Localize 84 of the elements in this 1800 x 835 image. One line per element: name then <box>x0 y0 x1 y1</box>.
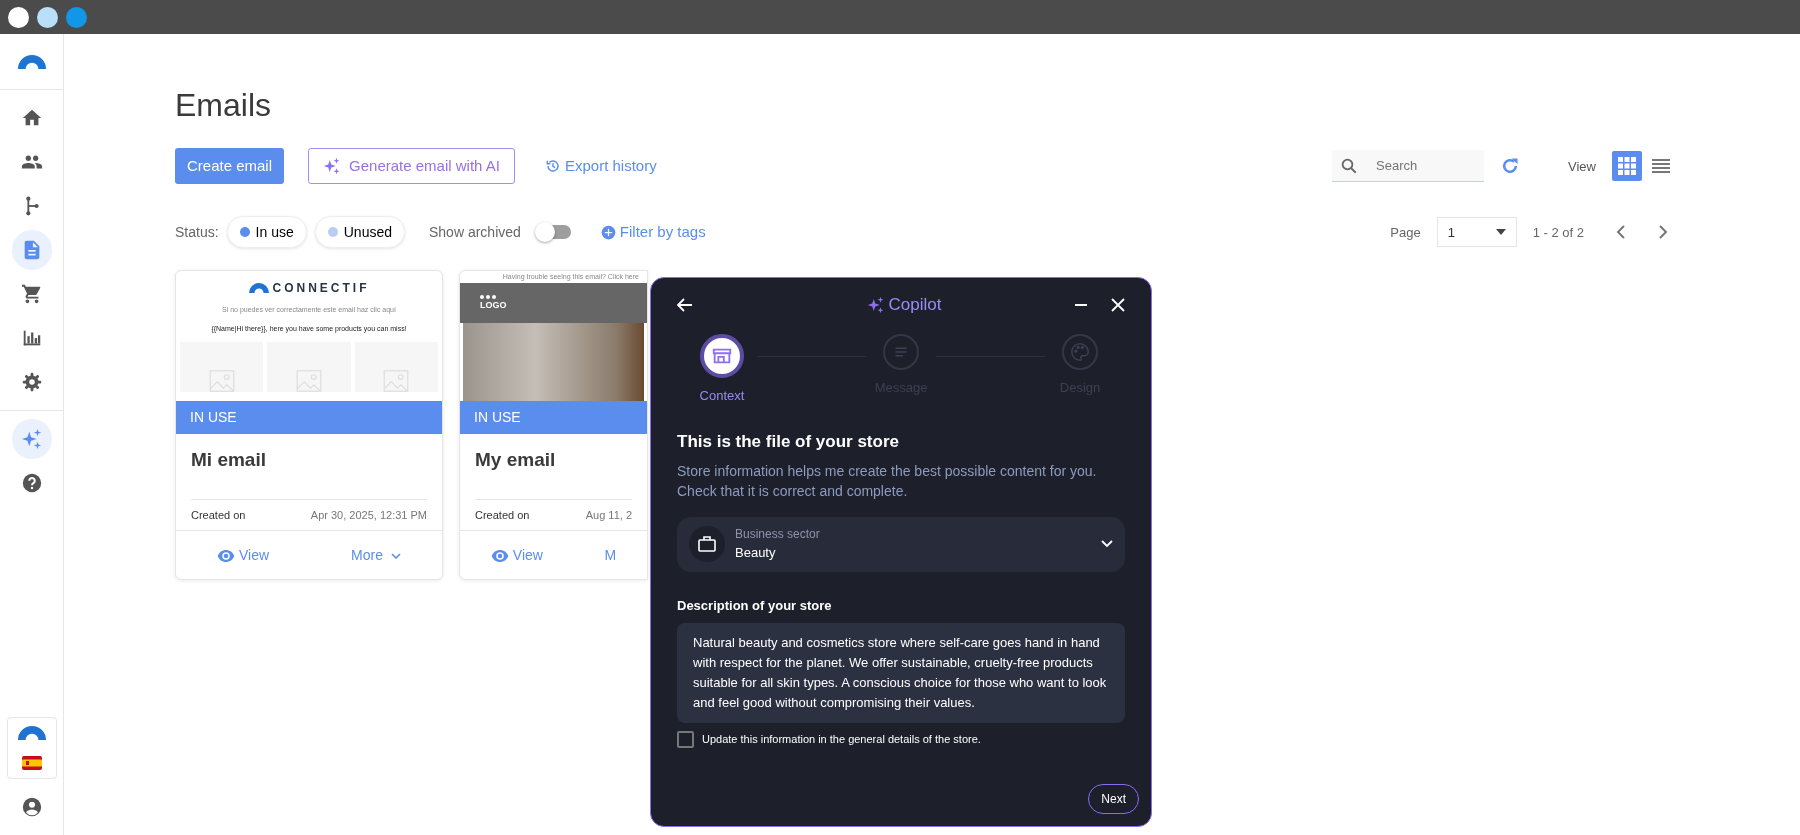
email-name: My email <box>474 448 557 473</box>
view-link[interactable]: View <box>484 544 549 568</box>
back-button[interactable] <box>677 297 693 312</box>
section-heading: This is the file of your store <box>677 431 900 453</box>
eye-icon <box>490 549 509 562</box>
close-icon <box>1111 297 1125 312</box>
step-label: Context <box>699 386 745 405</box>
search-field[interactable]: Search <box>1332 150 1485 183</box>
minimize-icon <box>1075 303 1087 306</box>
window-control-dot[interactable] <box>37 6 58 28</box>
eye-icon <box>217 549 235 562</box>
nav-button[interactable] <box>11 230 52 270</box>
list-icon <box>1652 158 1670 175</box>
next-page-button[interactable] <box>1658 225 1668 240</box>
status-banner: IN USE <box>460 401 647 435</box>
page-select[interactable]: 1 <box>1436 217 1517 248</box>
window-control-dot[interactable] <box>66 6 87 28</box>
description-field[interactable]: Natural beauty and cosmetics store where self-care goes hand in hand with respect for the planet. We offer sustainable, cruelty-free products suitable for all skin types. A conscious choice for those who want to look and feel good without compromising their values. <box>677 623 1125 723</box>
view-link[interactable]: View <box>211 544 276 568</box>
previous-page-button[interactable] <box>1616 225 1626 240</box>
logo-icon <box>17 726 46 740</box>
plus-circle-icon <box>600 224 616 240</box>
chevron-down-icon <box>1101 540 1113 548</box>
image-icon <box>208 370 235 393</box>
arrow-left-icon <box>677 297 693 312</box>
status-banner: IN USE <box>176 401 442 435</box>
search-icon <box>1340 156 1359 175</box>
update-checkbox[interactable] <box>677 731 694 748</box>
step-indicator[interactable] <box>700 333 744 378</box>
image-icon <box>383 370 410 393</box>
palette-icon <box>1069 340 1091 363</box>
cart-icon <box>20 283 43 305</box>
flag-icon <box>21 756 42 770</box>
export-history-link[interactable]: Export history <box>538 154 663 179</box>
generate-ai-button[interactable]: Generate email with AI <box>308 148 515 185</box>
briefcase-icon <box>698 536 716 552</box>
chevron-left-icon <box>1616 225 1626 240</box>
checkbox-label: Update this information in the general details of the store. <box>702 732 981 748</box>
image-icon <box>296 370 322 393</box>
caret-icon <box>1495 229 1506 236</box>
nav-button[interactable] <box>11 419 52 459</box>
sparkle-icon <box>323 157 342 176</box>
field-value: Beauty <box>735 544 777 563</box>
page-range: 1 - 2 of 2 <box>1532 223 1584 242</box>
field-label: Business sector <box>735 526 821 544</box>
help-icon <box>20 472 43 494</box>
window-control-dot[interactable] <box>8 6 29 28</box>
dots-icon <box>480 294 496 299</box>
created-date: Aug 11, 2 <box>585 508 632 524</box>
created-label: Created on <box>191 508 246 524</box>
history-icon <box>544 158 561 175</box>
logo-text: LOGO <box>480 298 508 312</box>
grid-icon <box>1618 157 1636 176</box>
description-label: Description of your store <box>677 596 833 615</box>
logo-icon <box>17 54 46 69</box>
page-label: Page <box>1390 223 1421 242</box>
close-button[interactable] <box>1111 297 1125 312</box>
logo-icon <box>248 283 269 294</box>
settings-icon <box>20 371 43 393</box>
archived-toggle[interactable] <box>536 225 571 240</box>
show-archived-label: Show archived <box>429 222 521 242</box>
sparkle-icon <box>20 428 43 450</box>
intro-text: Store information helps me create the best possible content for you. Check that it is correct and complete. <box>677 461 1098 501</box>
brand-logo-text: CONNECTIF <box>272 280 370 298</box>
status-filter[interactable]: In use <box>226 216 307 249</box>
sparkle-icon <box>866 295 885 314</box>
page-title: Emails <box>175 86 272 125</box>
chevron-down-icon <box>391 552 401 559</box>
view-label: View <box>1568 157 1596 176</box>
chevron-right-icon <box>1658 225 1668 240</box>
business-sector-select[interactable]: Business sector Beauty <box>677 516 1125 572</box>
more-menu-button[interactable]: M <box>598 544 623 568</box>
user-icon <box>20 796 43 818</box>
filter-tags-link[interactable]: Filter by tags <box>594 220 712 245</box>
more-menu-button[interactable]: More <box>345 544 407 568</box>
search-input[interactable]: Search <box>1374 155 1477 177</box>
create-email-button[interactable]: Create email <box>175 148 285 185</box>
email-name: Mi email <box>190 448 267 473</box>
copilot-title: Copilot <box>888 294 942 316</box>
status-label: Status: <box>175 222 219 242</box>
created-label: Created on <box>475 508 530 524</box>
status-filter[interactable]: Unused <box>314 216 405 249</box>
grid-view-button[interactable] <box>1612 151 1642 182</box>
created-date: Apr 30, 2025, 12:31 PM <box>310 508 427 524</box>
